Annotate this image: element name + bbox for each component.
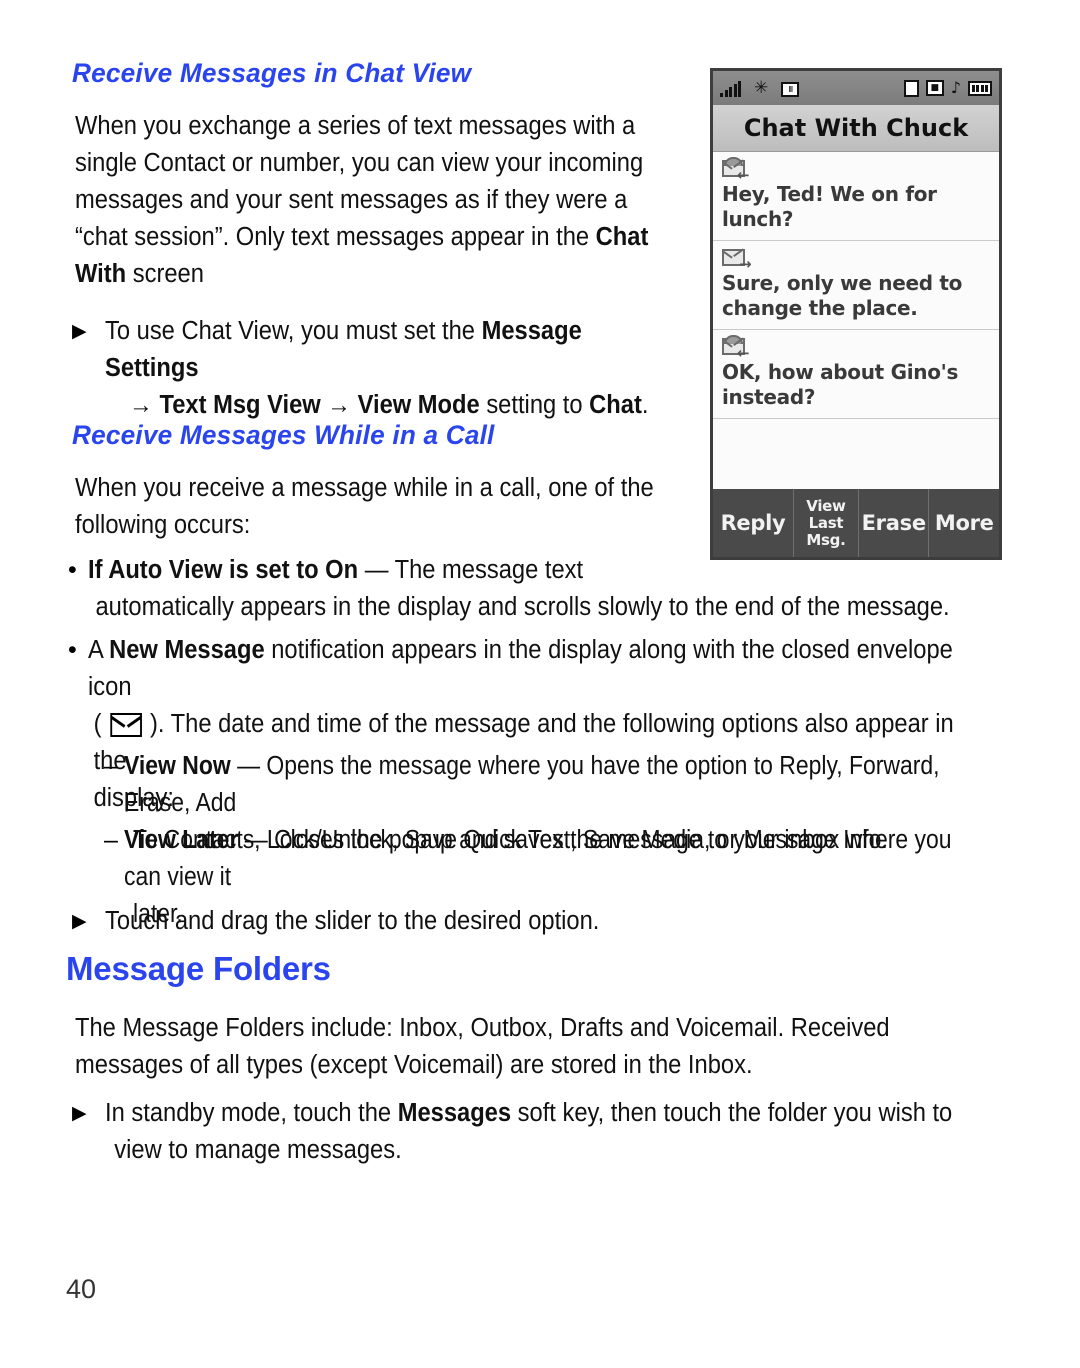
bullet-line: automatically appears in the display and… — [95, 593, 950, 621]
status-left-group: ✳ III — [720, 77, 800, 98]
paragraph-line: messages of all types (except Voicemail)… — [75, 1051, 753, 1079]
softkey-erase[interactable]: Erase — [859, 489, 930, 557]
chat-empty-area — [713, 419, 999, 494]
phone-status-bar: ✳ III ■ ♪ — [713, 71, 999, 105]
dash-bullet-icon: – — [104, 826, 118, 854]
paragraph-line: When you receive a message while in a ca… — [75, 474, 654, 502]
triangle-bullet-icon: ▶ — [72, 321, 87, 342]
display-rect-icon — [903, 79, 919, 97]
phone-screen-title: Chat With Chuck — [713, 105, 999, 152]
triangle-bullet-icon: ▶ — [72, 911, 87, 932]
signal-bars-icon — [720, 80, 741, 97]
section-heading-message-folders: Message Folders — [66, 950, 331, 987]
page-number: 40 — [66, 1274, 97, 1304]
paragraph-line: following occurs: — [75, 511, 251, 539]
chat-message-row[interactable]: → Sure, only we need to change the place… — [713, 241, 999, 330]
phone-softkey-bar: Reply View Last Msg. Erase More — [713, 489, 999, 557]
subbullet-line: View Now — Opens the message where you h… — [124, 752, 940, 817]
bullet-line: Touch and drag the slider to the desired… — [105, 907, 600, 935]
bullet-line: view to manage messages. — [114, 1136, 402, 1164]
section-heading-receive-chat-view: Receive Messages in Chat View — [72, 58, 472, 88]
tty-box-icon: III — [781, 81, 800, 97]
bullet-touch-drag-slider: Touch and drag the slider to the desired… — [105, 903, 849, 940]
paragraph-line: messages and your sent messages as if th… — [75, 186, 628, 214]
paragraph-line: When you exchange a series of text messa… — [75, 112, 636, 140]
incoming-envelope-icon: ← — [721, 335, 752, 361]
right-arrow-icon: → — [327, 391, 352, 419]
bullet-line: → Text Msg View → View Mode setting to C… — [129, 391, 649, 419]
phone-screenshot: ✳ III ■ ♪ Chat With Chuck ← Hey, Ted! We… — [710, 68, 1002, 560]
bluetooth-star-icon: ✳ — [754, 77, 769, 98]
paragraph-chat-view: When you exchange a series of text messa… — [75, 108, 670, 293]
softkey-more[interactable]: More — [929, 489, 999, 557]
paragraph-line: With screen — [75, 260, 204, 288]
chat-message-row[interactable]: ← OK, how about Gino's instead? — [713, 330, 999, 419]
chat-message-text: OK, how about Gino's instead? — [722, 360, 959, 409]
manual-page: Receive Messages in Chat View When you e… — [0, 0, 1080, 1368]
closed-envelope-icon — [109, 713, 142, 737]
status-right-group: ■ ♪ — [903, 78, 992, 97]
chat-message-text: Sure, only we need to change the place. — [722, 271, 963, 320]
music-note-icon: ♪ — [950, 78, 961, 97]
incoming-envelope-icon: ← — [721, 157, 752, 183]
paragraph-message-folders: The Message Folders include: Inbox, Outb… — [75, 1010, 949, 1084]
right-arrow-icon: → — [129, 391, 153, 419]
subbullet-line: View Later — Closes the popup and saves … — [124, 826, 952, 891]
paragraph-line: The Message Folders include: Inbox, Outb… — [75, 1014, 890, 1042]
battery-icon — [968, 80, 992, 96]
bullet-chat-view-settings: To use Chat View, you must set the Messa… — [105, 313, 682, 424]
outgoing-envelope-icon: → — [721, 247, 752, 272]
chat-message-row[interactable]: ← Hey, Ted! We on for lunch? — [713, 152, 999, 241]
chat-message-text: Hey, Ted! We on for lunch? — [722, 182, 937, 231]
bullet-line: To use Chat View, you must set the Messa… — [105, 317, 582, 382]
bullet-auto-view: If Auto View is set to On — The message … — [88, 552, 953, 626]
bullet-line: In standby mode, touch the Messages soft… — [105, 1099, 953, 1127]
dot-bullet-icon: • — [68, 556, 77, 584]
paragraph-while-call: When you receive a message while in a ca… — [75, 470, 670, 544]
bullet-line: A New Message notification appears in th… — [88, 636, 953, 701]
softkey-view-last-msg[interactable]: View Last Msg. — [794, 489, 859, 557]
triangle-bullet-icon: ▶ — [72, 1103, 87, 1124]
dot-bullet-icon: • — [68, 636, 77, 664]
softkey-reply[interactable]: Reply — [713, 489, 794, 557]
paragraph-line: “chat session”. Only text messages appea… — [75, 223, 649, 251]
paragraph-line: single Contact or number, you can view y… — [75, 149, 644, 177]
alert-box-icon: ■ — [925, 80, 944, 96]
section-heading-receive-while-call: Receive Messages While in a Call — [72, 420, 495, 450]
bullet-standby-messages: In standby mode, touch the Messages soft… — [105, 1095, 970, 1169]
phone-message-list: ← Hey, Ted! We on for lunch? → Sure, onl… — [713, 152, 999, 494]
dash-bullet-icon: – — [104, 752, 118, 780]
